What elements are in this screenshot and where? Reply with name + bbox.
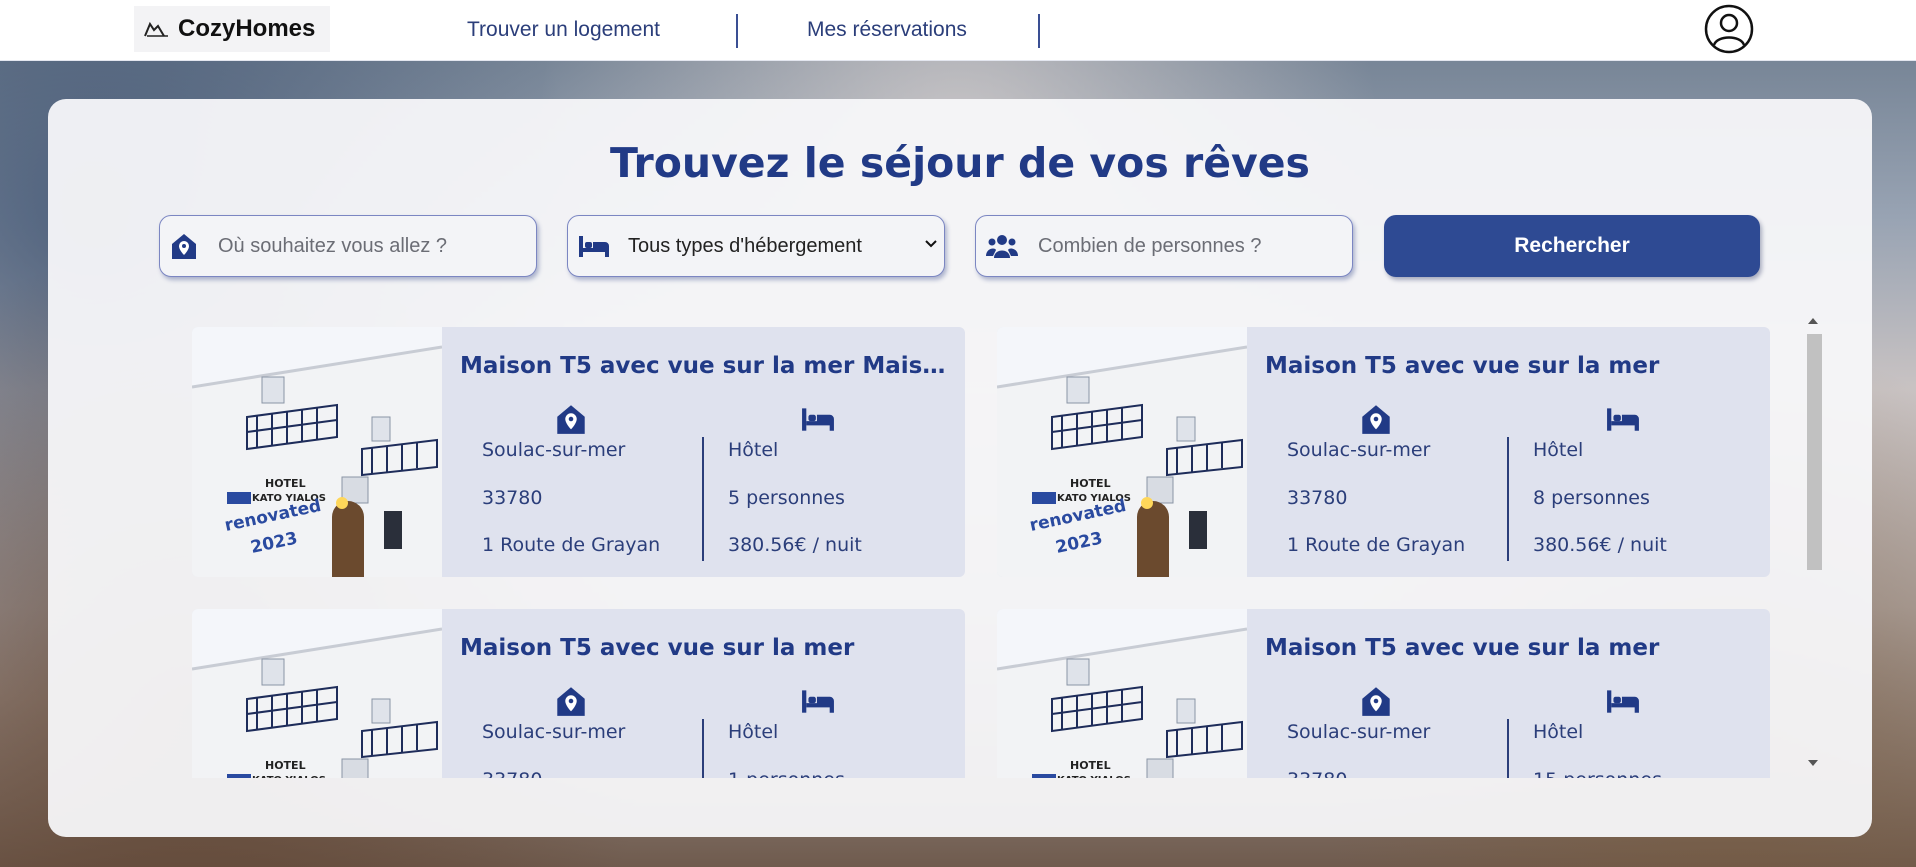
listing-card[interactable]: HOTEL KATO YIALOS renovated 2023 Maison … (192, 327, 965, 577)
destination-input[interactable] (216, 233, 500, 259)
listing-photo: HOTEL KATO YIALOS renovated 2023 (192, 609, 442, 778)
column-divider (702, 437, 704, 561)
user-circle-icon[interactable] (1704, 4, 1754, 54)
bed-icon (1607, 408, 1639, 431)
top-navbar: CozyHomes Trouver un logement Mes réserv… (0, 0, 1916, 61)
listing-postcode: 33780 (482, 487, 543, 509)
listing-title[interactable]: Maison T5 avec vue sur la mer (1265, 353, 1759, 379)
brand-name: CozyHomes (178, 15, 316, 42)
nav-find-housing[interactable]: Trouver un logement (467, 18, 660, 42)
people-icon (986, 235, 1018, 258)
results-list[interactable]: HOTEL KATO YIALOS renovated 2023 Maison … (144, 317, 1824, 778)
guests-field[interactable] (975, 215, 1353, 277)
home-location-icon (1362, 687, 1390, 716)
results-scrollbar[interactable] (1804, 314, 1822, 780)
listing-title[interactable]: Maison T5 avec vue sur la mer (460, 635, 954, 661)
page-title: Trouvez le séjour de vos rêves (610, 139, 1310, 187)
hotel-sign-text: KATO YIALOS (252, 775, 326, 778)
listing-capacity: 8 personnes (1533, 487, 1650, 509)
accommodation-type-select[interactable]: Tous types d'hébergement (567, 215, 945, 277)
listing-photo: HOTEL KATO YIALOS renovated 2023 (997, 609, 1247, 778)
bed-icon (802, 690, 834, 713)
listing-capacity: 5 personnes (728, 487, 845, 509)
listing-price: 380.56€ / nuit (728, 534, 862, 556)
listing-postcode: 33780 (1287, 487, 1348, 509)
destination-field[interactable] (159, 215, 537, 277)
listing-postcode: 33780 (482, 769, 542, 778)
listing-city: Soulac-sur-mer (1287, 439, 1431, 461)
listing-photo: HOTEL KATO YIALOS renovated 2023 (997, 327, 1247, 577)
nav-divider (736, 14, 738, 48)
listing-address: 1 Route de Grayan (1287, 534, 1466, 556)
listing-address: 1 Route de Grayan (482, 534, 661, 556)
home-location-icon (557, 405, 585, 434)
listing-card[interactable]: HOTEL KATO YIALOS renovated 2023 Maison … (997, 609, 1770, 778)
home-location-icon (172, 234, 196, 259)
scroll-down-arrow-icon[interactable] (1808, 760, 1818, 766)
listing-city: Soulac-sur-mer (1287, 721, 1431, 743)
search-panel: Trouvez le séjour de vos rêves Tous type… (48, 99, 1872, 837)
listing-title[interactable]: Maison T5 avec vue sur la mer Maison T5 … (460, 353, 954, 379)
listing-city: Soulac-sur-mer (482, 439, 626, 461)
home-location-icon (1362, 405, 1390, 434)
hotel-sign-text: KATO YIALOS (1057, 775, 1131, 778)
listing-type: Hôtel (1533, 439, 1584, 461)
listing-price: 380.56€ / nuit (1533, 534, 1667, 556)
listing-photo: HOTEL KATO YIALOS renovated 2023 (192, 327, 442, 577)
listing-city: Soulac-sur-mer (482, 721, 626, 743)
bed-icon (802, 408, 834, 431)
accommodation-type-value: Tous types d'hébergement (628, 234, 862, 257)
chevron-down-icon (925, 240, 937, 248)
hotel-sign-text: HOTEL (1070, 477, 1111, 490)
column-divider (1507, 437, 1509, 561)
listing-capacity: 15 personnes (1533, 769, 1662, 778)
listing-type: Hôtel (1533, 721, 1584, 743)
listing-postcode: 33780 (1287, 769, 1347, 778)
listing-type: Hôtel (728, 721, 779, 743)
scroll-thumb[interactable] (1807, 334, 1822, 570)
scroll-up-arrow-icon[interactable] (1808, 318, 1818, 324)
search-button[interactable]: Rechercher (1384, 215, 1760, 277)
listing-type: Hôtel (728, 439, 779, 461)
column-divider (1507, 719, 1509, 778)
column-divider (702, 719, 704, 778)
logo-icon (144, 21, 168, 37)
hotel-sign-text: HOTEL (1070, 759, 1111, 772)
nav-divider (1038, 14, 1040, 48)
listing-title[interactable]: Maison T5 avec vue sur la mer (1265, 635, 1759, 661)
bed-icon (579, 236, 609, 257)
hotel-sign-text: HOTEL (265, 477, 306, 490)
brand-logo[interactable]: CozyHomes (134, 6, 330, 52)
listing-card[interactable]: HOTEL KATO YIALOS renovated 2023 Maison … (192, 609, 965, 778)
listing-card[interactable]: HOTEL KATO YIALOS renovated 2023 Maison … (997, 327, 1770, 577)
home-location-icon (557, 687, 585, 716)
listing-capacity: 1 personnes (728, 769, 845, 778)
hotel-sign-text: HOTEL (265, 759, 306, 772)
nav-my-reservations[interactable]: Mes réservations (807, 18, 967, 42)
bed-icon (1607, 690, 1639, 713)
guests-input[interactable] (1036, 233, 1320, 259)
